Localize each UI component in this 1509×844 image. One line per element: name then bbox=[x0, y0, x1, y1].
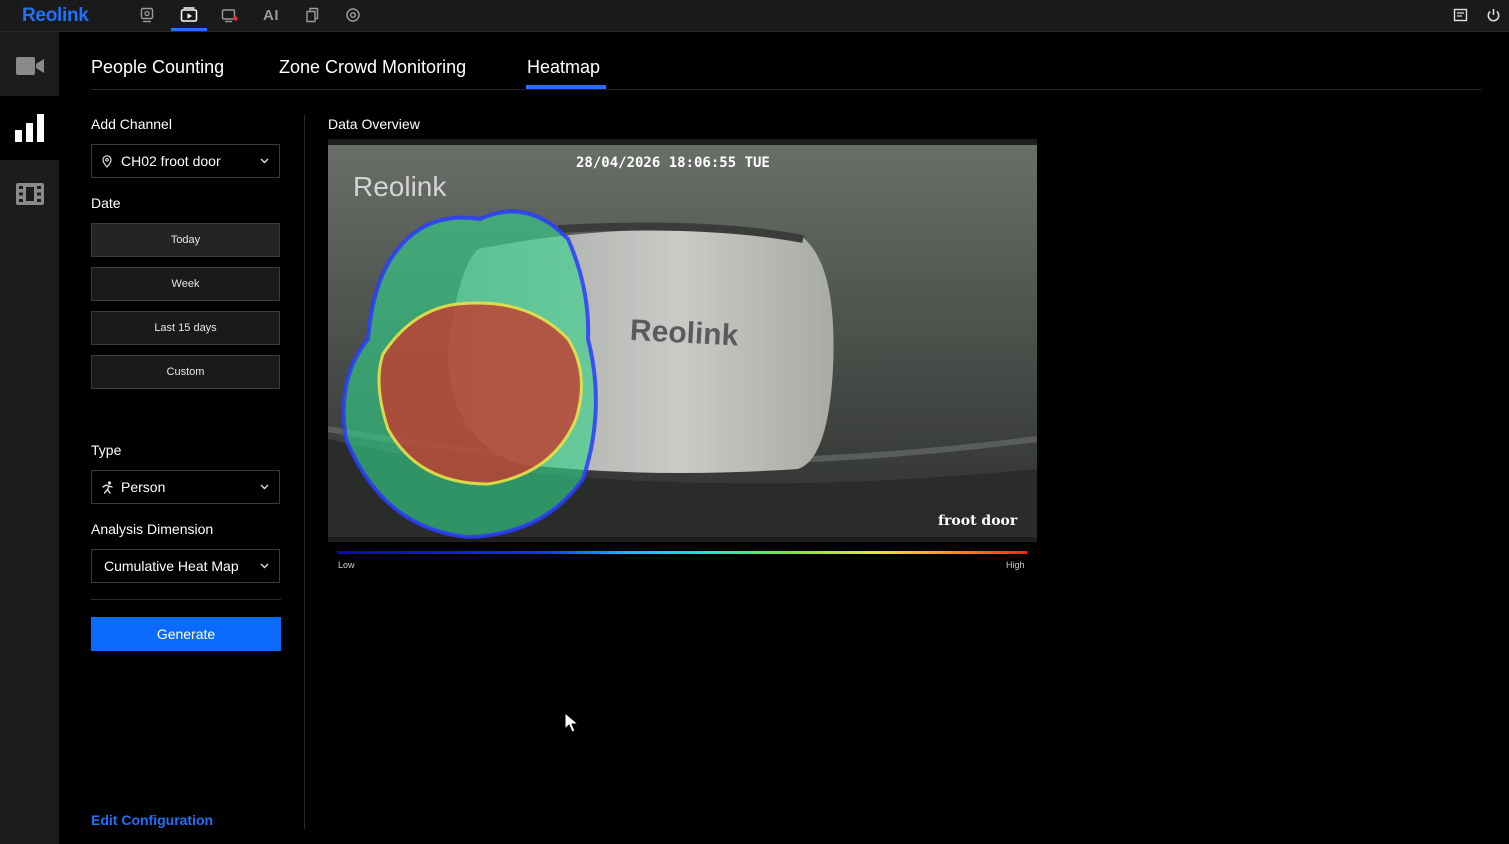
date-week-button[interactable]: Week bbox=[91, 267, 280, 301]
camera-icon bbox=[15, 57, 44, 75]
camera-watermark: Reolink bbox=[353, 171, 447, 202]
person-running-icon bbox=[98, 480, 116, 494]
bar-chart-icon bbox=[14, 114, 44, 142]
panel-divider bbox=[304, 115, 305, 829]
rail-filmstrip[interactable] bbox=[0, 162, 59, 226]
device-logo: Reolink bbox=[629, 314, 739, 353]
mouse-cursor-icon bbox=[564, 712, 580, 733]
chevron-down-icon bbox=[257, 484, 271, 490]
heatmap-camera-view: 28/04/2026 18:06:55 TUE Reolink Reolink … bbox=[328, 139, 1037, 542]
live-view-icon[interactable] bbox=[137, 5, 157, 25]
channel-value: CH02 froot door bbox=[121, 153, 221, 169]
alerts-icon[interactable] bbox=[220, 5, 240, 25]
filter-divider bbox=[91, 599, 281, 600]
filmstrip-icon bbox=[15, 183, 44, 205]
channel-select[interactable]: CH02 froot door bbox=[91, 144, 280, 178]
chevron-down-icon bbox=[257, 563, 271, 569]
location-pin-icon bbox=[98, 154, 116, 168]
camera-timestamp: 28/04/2026 18:06:55 TUE bbox=[576, 155, 770, 171]
analysis-dimension-label: Analysis Dimension bbox=[91, 521, 214, 537]
ai-label: AI bbox=[263, 6, 279, 24]
files-icon[interactable] bbox=[302, 5, 322, 25]
active-nav-underline bbox=[171, 28, 207, 31]
type-select[interactable]: Person bbox=[91, 470, 280, 504]
tab-people-counting[interactable]: People Counting bbox=[91, 57, 224, 78]
date-today-button[interactable]: Today bbox=[91, 223, 280, 257]
type-value: Person bbox=[121, 479, 166, 495]
power-icon[interactable] bbox=[1483, 5, 1503, 25]
date-label: Date bbox=[91, 195, 121, 211]
left-rail bbox=[0, 32, 59, 844]
type-label: Type bbox=[91, 442, 122, 458]
camera-channel-name: froot door bbox=[938, 513, 1018, 529]
date-custom-button[interactable]: Custom bbox=[91, 355, 280, 389]
add-channel-label: Add Channel bbox=[91, 116, 172, 132]
tab-heatmap[interactable]: Heatmap bbox=[527, 57, 600, 78]
heat-legend-bar bbox=[337, 551, 1027, 554]
legend-low-label: Low bbox=[338, 560, 355, 570]
date-last-15-days-button[interactable]: Last 15 days bbox=[91, 311, 280, 345]
settings-icon[interactable] bbox=[343, 5, 363, 25]
playback-icon[interactable] bbox=[179, 5, 199, 25]
top-bar: Reolink AI bbox=[0, 0, 1509, 32]
data-overview-title: Data Overview bbox=[328, 116, 420, 132]
reolink-logo: Reolink bbox=[22, 5, 89, 26]
analysis-dimension-select[interactable]: Cumulative Heat Map bbox=[91, 549, 280, 583]
messages-icon[interactable] bbox=[1450, 5, 1470, 25]
rail-analytics[interactable] bbox=[0, 96, 59, 160]
ai-icon[interactable]: AI bbox=[261, 5, 281, 25]
chevron-down-icon bbox=[257, 158, 271, 164]
generate-button[interactable]: Generate bbox=[91, 617, 281, 651]
legend-high-label: High bbox=[1006, 560, 1025, 570]
edit-configuration-link[interactable]: Edit Configuration bbox=[91, 812, 213, 828]
tab-zone-crowd-monitoring[interactable]: Zone Crowd Monitoring bbox=[279, 57, 466, 78]
analysis-dimension-value: Cumulative Heat Map bbox=[104, 558, 239, 574]
rail-camera[interactable] bbox=[0, 34, 59, 98]
tabs-divider bbox=[91, 89, 1482, 90]
